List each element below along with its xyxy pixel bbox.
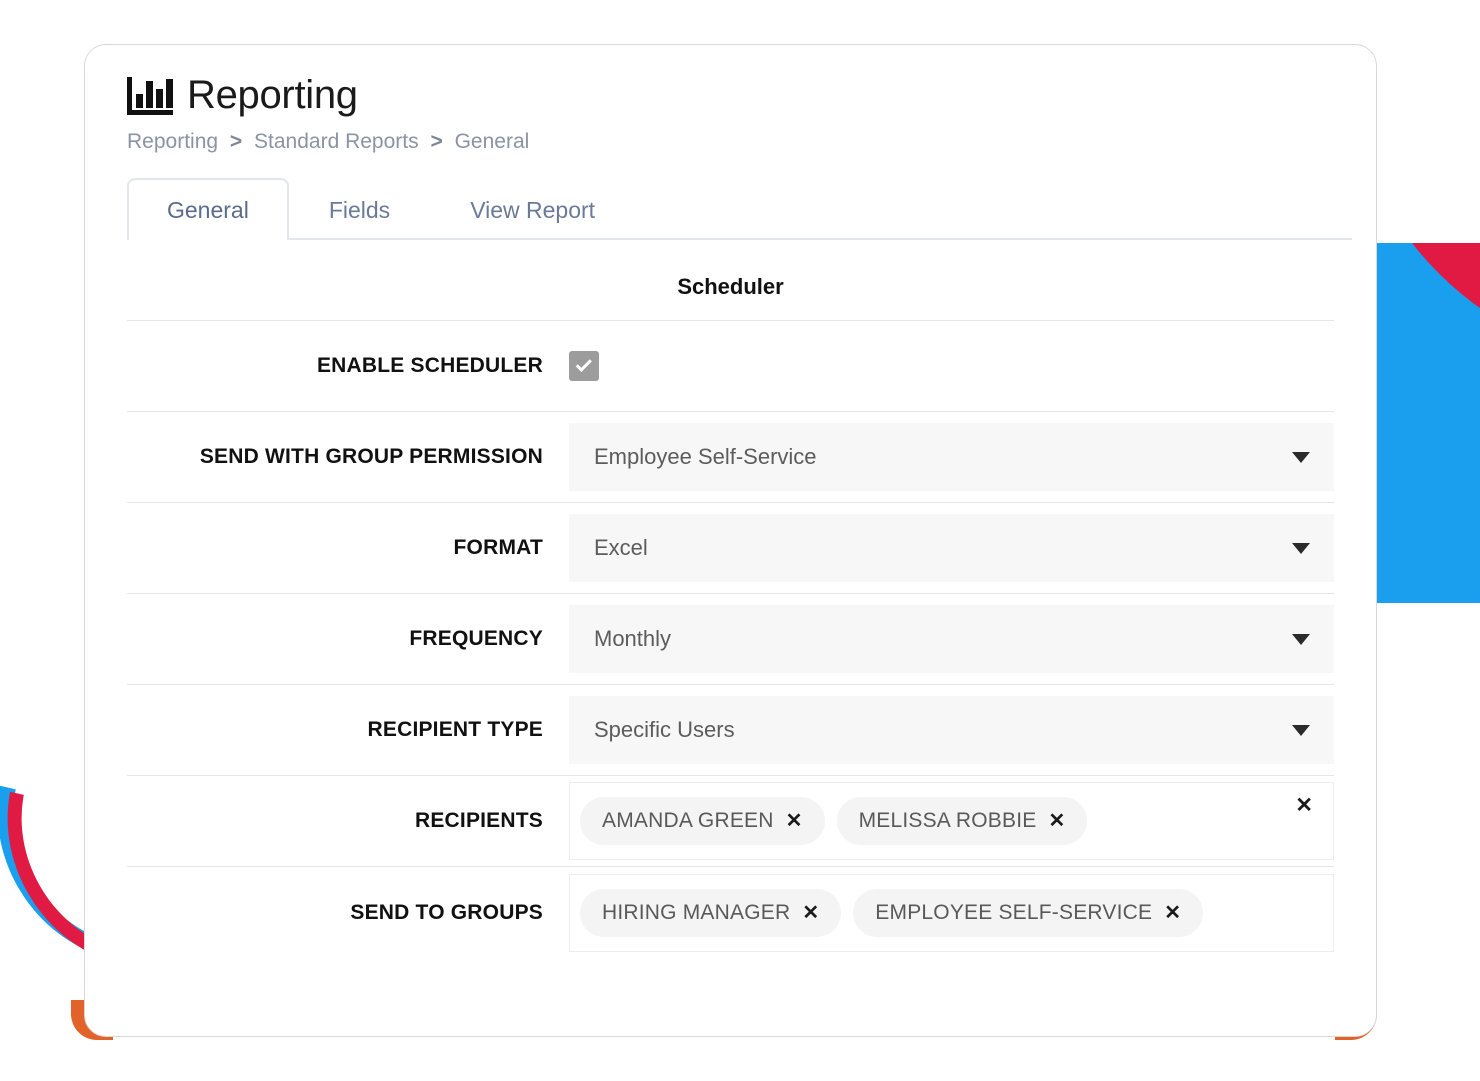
breadcrumb: Reporting > Standard Reports > General — [109, 115, 1352, 154]
row-recipient-type: RECIPIENT TYPE Specific Users — [127, 685, 1334, 777]
send-to-groups-chip-field[interactable]: HIRING MANAGER ✕ EMPLOYEE SELF-SERVICE ✕ — [569, 873, 1334, 952]
enable-scheduler-checkbox[interactable] — [569, 351, 599, 382]
row-recipients: RECIPIENTS AMANDA GREEN ✕ MELISSA ROBBIE… — [127, 776, 1334, 868]
chevron-down-icon — [1292, 451, 1310, 463]
label-recipients: RECIPIENTS — [414, 809, 543, 833]
label-enable-scheduler: ENABLE SCHEDULER — [316, 354, 543, 378]
recipient-type-select[interactable]: Specific Users — [569, 696, 1334, 765]
label-recipient-type: RECIPIENT TYPE — [367, 718, 543, 742]
section-title-scheduler: Scheduler — [127, 240, 1334, 322]
chip-recipient: AMANDA GREEN ✕ — [580, 797, 825, 846]
page-header: Reporting — [109, 45, 1352, 115]
tab-general[interactable]: General — [127, 178, 289, 241]
frequency-select[interactable]: Monthly — [569, 605, 1334, 674]
row-format: FORMAT Excel — [127, 503, 1334, 595]
breadcrumb-item-reporting[interactable]: Reporting — [127, 130, 218, 153]
label-format: FORMAT — [453, 536, 543, 560]
close-icon[interactable]: ✕ — [802, 903, 819, 923]
checkmark-icon — [575, 355, 592, 373]
row-enable-scheduler: ENABLE SCHEDULER — [127, 321, 1334, 413]
row-frequency: FREQUENCY Monthly — [127, 594, 1334, 686]
label-send-to-groups: SEND TO GROUPS — [350, 900, 543, 924]
chip-label: AMANDA GREEN — [602, 809, 774, 833]
send-with-group-permission-value: Employee Self-Service — [594, 444, 817, 470]
bar-chart-icon — [127, 75, 173, 115]
breadcrumb-separator: > — [229, 130, 243, 153]
send-with-group-permission-select[interactable]: Employee Self-Service — [569, 423, 1334, 492]
chevron-down-icon — [1292, 542, 1310, 554]
reporting-card: Reporting Reporting > Standard Reports >… — [84, 44, 1377, 1037]
tab-view-report[interactable]: View Report — [430, 178, 635, 240]
scheduler-form: ENABLE SCHEDULER SEND WITH GROUP PERMISS… — [127, 321, 1334, 958]
breadcrumb-item-general[interactable]: General — [455, 130, 530, 153]
recipients-chip-field[interactable]: AMANDA GREEN ✕ MELISSA ROBBIE ✕ ✕ — [569, 782, 1334, 861]
format-value: Excel — [594, 535, 648, 561]
row-send-with-group-permission: SEND WITH GROUP PERMISSION Employee Self… — [127, 412, 1334, 504]
chip-label: EMPLOYEE SELF-SERVICE — [875, 900, 1153, 924]
chip-label: MELISSA ROBBIE — [858, 809, 1037, 833]
frequency-value: Monthly — [594, 626, 672, 652]
chip-label: HIRING MANAGER — [602, 900, 791, 924]
tab-bar: General Fields View Report — [127, 178, 1352, 241]
page-title: Reporting — [187, 73, 358, 117]
close-icon[interactable]: ✕ — [1164, 903, 1181, 923]
close-icon[interactable]: ✕ — [786, 811, 803, 831]
chevron-down-icon — [1292, 724, 1310, 736]
screen: Reporting Reporting > Standard Reports >… — [0, 0, 1480, 1081]
label-frequency: FREQUENCY — [409, 627, 543, 651]
row-send-to-groups: SEND TO GROUPS HIRING MANAGER ✕ EMPLOYEE… — [127, 867, 1334, 958]
recipient-type-value: Specific Users — [594, 717, 735, 743]
format-select[interactable]: Excel — [569, 514, 1334, 583]
close-icon[interactable]: ✕ — [1048, 811, 1065, 831]
tab-fields[interactable]: Fields — [289, 178, 430, 240]
chip-group: EMPLOYEE SELF-SERVICE ✕ — [853, 888, 1204, 937]
breadcrumb-separator: > — [430, 130, 443, 153]
chip-recipient: MELISSA ROBBIE ✕ — [836, 797, 1088, 846]
chip-group: HIRING MANAGER ✕ — [580, 888, 842, 937]
clear-all-icon[interactable]: ✕ — [1295, 795, 1313, 816]
chevron-down-icon — [1292, 633, 1310, 645]
breadcrumb-item-standard-reports[interactable]: Standard Reports — [254, 130, 419, 153]
label-send-with-group-permission: SEND WITH GROUP PERMISSION — [199, 445, 543, 469]
